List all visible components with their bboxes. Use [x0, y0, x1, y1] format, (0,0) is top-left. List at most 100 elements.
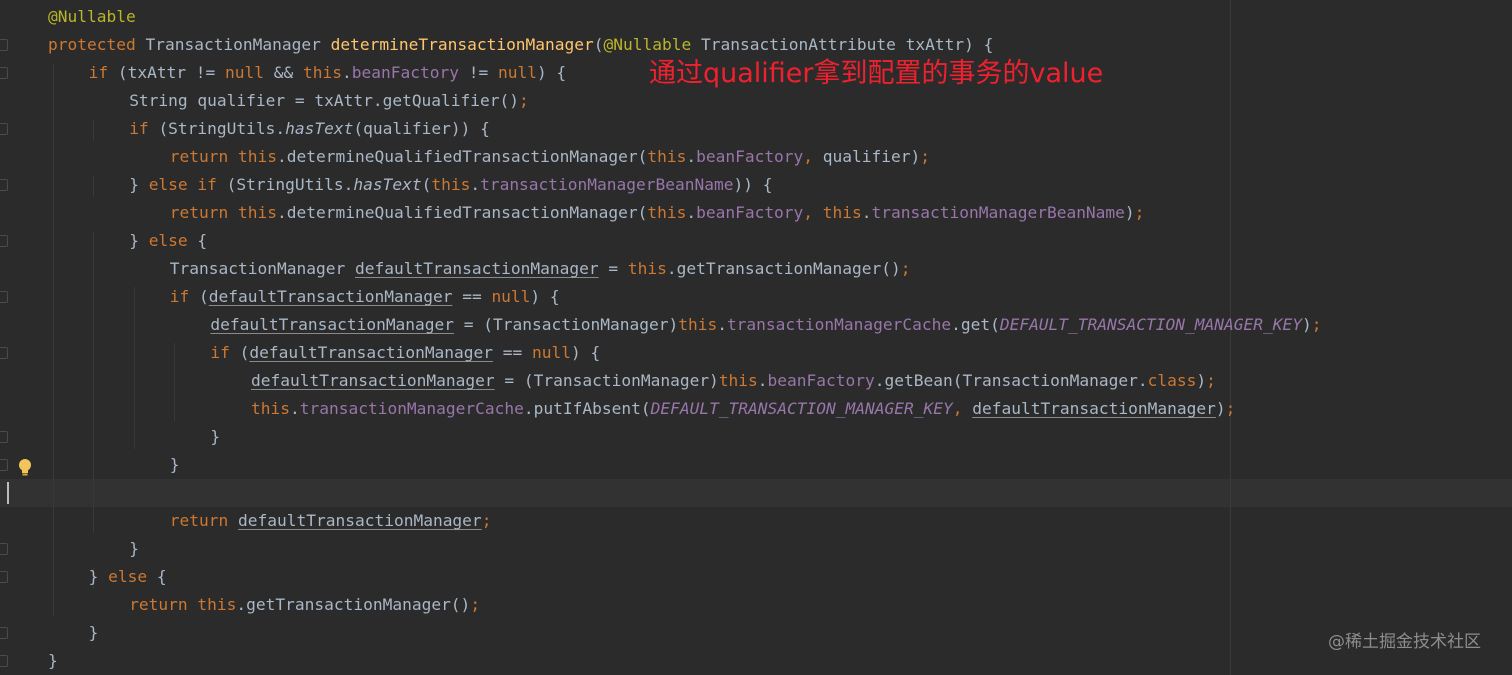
code-token: } — [48, 651, 58, 670]
code-line[interactable]: if (defaultTransactionManager == null) { — [210, 339, 600, 367]
code-line[interactable]: defaultTransactionManager = (Transaction… — [251, 367, 1216, 395]
code-line[interactable]: protected TransactionManager determineTr… — [48, 31, 993, 59]
fold-marker-icon[interactable] — [0, 431, 8, 443]
fold-marker-icon[interactable] — [0, 571, 8, 583]
code-token: this — [822, 203, 862, 222]
code-token: TransactionManager — [145, 35, 331, 54]
code-token: return — [169, 147, 239, 166]
code-token: this — [197, 595, 237, 614]
code-token: ; — [481, 511, 492, 530]
code-token: ; — [1311, 315, 1322, 334]
code-line[interactable]: } — [129, 535, 139, 563]
fold-marker-icon[interactable] — [0, 235, 8, 247]
code-token: this — [627, 259, 667, 278]
fold-marker-icon[interactable] — [0, 627, 8, 639]
code-token: .get( — [951, 315, 1000, 334]
code-token: if — [88, 63, 118, 82]
code-line[interactable]: @Nullable — [48, 3, 136, 31]
indent-guide — [93, 175, 95, 197]
code-line[interactable]: return this.determineQualifiedTransactio… — [170, 143, 930, 171]
code-token: DEFAULT_TRANSACTION_MANAGER_KEY — [999, 315, 1302, 334]
code-token: this — [303, 63, 343, 82]
fold-marker-icon[interactable] — [0, 179, 8, 191]
code-line[interactable]: TransactionManager defaultTransactionMan… — [170, 255, 911, 283]
code-token: ) — [1124, 203, 1135, 222]
code-token: defaultTransactionManager — [972, 399, 1216, 418]
code-token: .determineQualifiedTransactionManager( — [277, 203, 648, 222]
code-token: = — [598, 259, 628, 278]
code-token: } — [129, 231, 149, 250]
code-token: defaultTransactionManager — [210, 315, 455, 334]
code-line[interactable]: if (defaultTransactionManager == null) { — [170, 283, 560, 311]
code-token: .getTransactionManager() — [666, 259, 901, 278]
code-line[interactable]: String qualifier = txAttr.getQualifier()… — [129, 87, 529, 115]
current-line-highlight — [0, 479, 1512, 507]
code-token: , — [952, 399, 973, 418]
code-token: String qualifier = txAttr.getQualifier() — [129, 91, 520, 110]
fold-marker-icon[interactable] — [0, 291, 8, 303]
code-line[interactable]: } else { — [89, 563, 167, 591]
code-token: ( — [199, 287, 209, 306]
code-token: @Nullable — [603, 35, 701, 54]
code-token: .getBean(TransactionManager. — [874, 371, 1148, 390]
code-token: . — [757, 371, 768, 390]
code-line[interactable]: } — [89, 619, 99, 647]
code-token: hasText — [353, 175, 422, 194]
code-line[interactable]: return defaultTransactionManager; — [170, 507, 492, 535]
code-token: this — [431, 175, 471, 194]
code-token: return — [129, 595, 198, 614]
code-token: null — [491, 287, 531, 306]
code-line[interactable]: } — [170, 451, 180, 479]
code-editor[interactable]: @Nullable protected TransactionManager de… — [0, 0, 1512, 675]
fold-marker-icon[interactable] — [0, 459, 8, 471]
code-token: this — [647, 147, 687, 166]
code-token: . — [861, 203, 872, 222]
indent-guide — [93, 231, 95, 533]
code-line[interactable]: defaultTransactionManager = (Transaction… — [210, 311, 1321, 339]
code-token: } — [129, 175, 149, 194]
fold-marker-icon[interactable] — [0, 39, 8, 51]
code-line[interactable]: } — [48, 647, 58, 675]
code-line[interactable]: return this.determineQualifiedTransactio… — [170, 199, 1145, 227]
lightbulb-icon[interactable] — [17, 458, 33, 478]
code-line[interactable]: } else { — [129, 227, 207, 255]
code-line[interactable]: if (StringUtils.hasText(qualifier)) { — [129, 115, 490, 143]
fold-marker-icon[interactable] — [0, 67, 8, 79]
code-token: != — [458, 63, 498, 82]
code-token: return — [169, 511, 239, 530]
code-token: ) — [1215, 399, 1226, 418]
code-token: null — [497, 63, 537, 82]
code-line[interactable]: this.transactionManagerCache.putIfAbsent… — [251, 395, 1235, 423]
code-line[interactable]: return this.getTransactionManager(); — [129, 591, 480, 619]
indent-guide — [93, 119, 95, 141]
indent-guide — [52, 63, 54, 617]
code-token: . — [470, 175, 481, 194]
code-token: defaultTransactionManager — [251, 371, 495, 390]
callout-annotation: 通过qualifier拿到配置的事务的value — [649, 58, 1104, 89]
code-line[interactable]: if (txAttr != null && this.beanFactory !… — [89, 59, 567, 87]
code-token: .putIfAbsent( — [523, 399, 651, 418]
code-token: defaultTransactionManager — [354, 259, 599, 278]
code-token: class — [1147, 371, 1197, 390]
code-token: beanFactory — [696, 203, 804, 222]
fold-marker-icon[interactable] — [0, 123, 8, 135]
code-token: this — [718, 371, 758, 390]
code-token: } — [210, 427, 221, 446]
code-token: } — [88, 567, 109, 586]
code-token: (qualifier)) { — [353, 119, 490, 138]
code-token: ; — [1206, 371, 1216, 390]
text-caret — [7, 482, 9, 504]
code-line[interactable]: } else if (StringUtils.hasText(this.tran… — [129, 171, 772, 199]
fold-marker-icon[interactable] — [0, 543, 8, 555]
code-token: { — [156, 567, 167, 586]
fold-marker-icon[interactable] — [0, 655, 8, 667]
code-line[interactable]: } — [210, 423, 220, 451]
code-token: null — [532, 343, 572, 362]
code-token: { — [197, 231, 208, 250]
code-token: ) { — [536, 63, 567, 82]
code-token: (StringUtils. — [226, 175, 354, 194]
code-token: ; — [519, 91, 529, 110]
code-token: ; — [470, 595, 481, 614]
fold-marker-icon[interactable] — [0, 347, 8, 359]
code-token: defaultTransactionManager — [208, 287, 453, 306]
